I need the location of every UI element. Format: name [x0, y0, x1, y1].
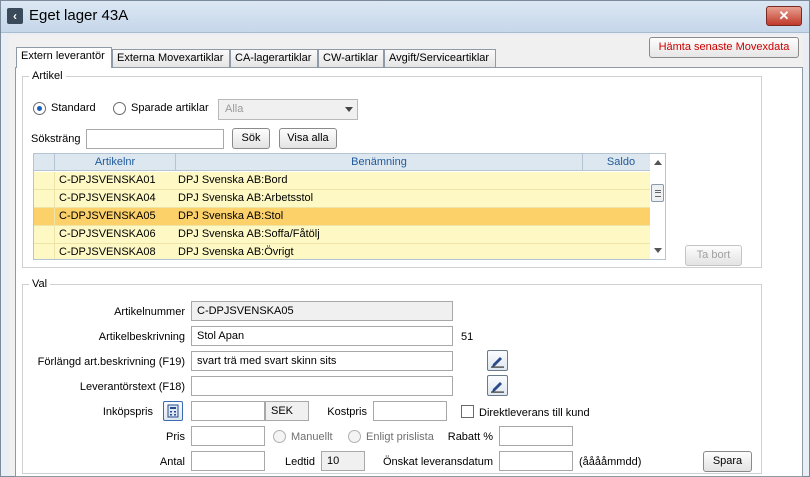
- val-group: Val Artikelnummer C-DPJSVENSKA05 Artikel…: [22, 278, 762, 474]
- row-selector[interactable]: [34, 208, 55, 226]
- ledtid-label: Ledtid: [285, 456, 315, 468]
- table-row[interactable]: C-DPJSVENSKA01 DPJ Svenska AB:Bord: [34, 172, 659, 190]
- cell-saldo: [585, 226, 659, 244]
- client-area: Hämta senaste Movexdata Extern leverantö…: [9, 35, 803, 477]
- edit-icon[interactable]: [487, 350, 508, 371]
- currency-field: SEK: [265, 401, 309, 421]
- table-row[interactable]: C-DPJSVENSKA06 DPJ Svenska AB:Soffa/Fåtöl…: [34, 226, 659, 244]
- save-button[interactable]: Spara: [703, 451, 752, 472]
- grid-header-saldo[interactable]: Saldo: [583, 154, 659, 171]
- scroll-down-icon[interactable]: [654, 248, 662, 253]
- cell-nr: C-DPJSVENSKA06: [59, 228, 156, 240]
- edit-icon[interactable]: [487, 375, 508, 396]
- cell-name: DPJ Svenska AB:Övrigt: [178, 246, 294, 258]
- cell-name: DPJ Svenska AB:Soffa/Fåtölj: [178, 228, 320, 240]
- window-title: Eget lager 43A: [29, 7, 129, 24]
- tab-ca-lagerartiklar[interactable]: CA-lagerartiklar: [230, 49, 318, 68]
- grid-header-selector: [34, 154, 55, 171]
- grid-header-artikelnr[interactable]: Artikelnr: [55, 154, 176, 171]
- chevron-down-icon: [345, 107, 353, 112]
- datum-hint: (ååååmmdd): [579, 456, 642, 468]
- app-window: ‹ Eget lager 43A ✕ Hämta senaste Movexda…: [0, 0, 810, 477]
- artikelnummer-label: Artikelnummer: [114, 306, 185, 318]
- cell-saldo: [585, 244, 659, 259]
- search-button[interactable]: Sök: [232, 128, 270, 149]
- inkopspris-label: Inköpspris: [102, 406, 153, 418]
- datum-field[interactable]: [499, 451, 573, 471]
- beskrivning-label: Artikelbeskrivning: [98, 331, 185, 343]
- tab-extern-leverantor[interactable]: Extern leverantör: [16, 47, 112, 68]
- val-legend: Val: [32, 278, 48, 290]
- kostpris-field[interactable]: [373, 401, 447, 421]
- row-selector[interactable]: [34, 244, 55, 259]
- tab-panel: Artikel Standard Sparade artiklar Alla S…: [15, 67, 803, 477]
- inkopspris-field[interactable]: [191, 401, 265, 421]
- forlangd-label: Förlängd art.beskrivning (F19): [37, 356, 185, 368]
- artikel-legend: Artikel: [32, 70, 63, 82]
- cell-name: DPJ Svenska AB:Stol: [178, 210, 284, 222]
- saved-articles-combo[interactable]: Alla: [218, 99, 358, 120]
- remove-button[interactable]: Ta bort: [685, 245, 742, 266]
- standard-radio[interactable]: [33, 102, 46, 115]
- title-bar: ‹ Eget lager 43A ✕: [1, 1, 809, 33]
- cell-nr: C-DPJSVENSKA08: [59, 246, 156, 258]
- scroll-up-icon[interactable]: [654, 160, 662, 165]
- grid-header: Artikelnr Benämning Saldo: [34, 154, 659, 171]
- beskrivning-count: 51: [461, 331, 474, 343]
- artikelnummer-field: C-DPJSVENSKA05: [191, 301, 453, 321]
- cell-nr: C-DPJSVENSKA05: [59, 210, 156, 222]
- direktleverans-checkbox[interactable]: [461, 405, 474, 418]
- cell-nr: C-DPJSVENSKA04: [59, 192, 156, 204]
- search-input[interactable]: [86, 129, 224, 149]
- app-back-icon[interactable]: ‹: [7, 8, 23, 24]
- cell-name: DPJ Svenska AB:Bord: [178, 174, 288, 186]
- datum-label: Önskat leveransdatum: [382, 456, 493, 468]
- artikel-group: Artikel Standard Sparade artiklar Alla S…: [22, 70, 762, 268]
- cell-nr: C-DPJSVENSKA01: [59, 174, 156, 186]
- standard-label: Standard: [51, 102, 96, 114]
- forlangd-field[interactable]: svart trä med svart skinn sits: [191, 351, 453, 371]
- cell-saldo: [585, 208, 659, 226]
- ledtid-field: 10: [321, 451, 365, 471]
- tab-externa-movexartiklar[interactable]: Externa Movexartiklar: [112, 49, 230, 68]
- saved-articles-radio[interactable]: [113, 102, 126, 115]
- manuellt-label: Manuellt: [291, 431, 333, 443]
- search-label: Söksträng: [31, 133, 81, 145]
- antal-field[interactable]: [191, 451, 265, 471]
- direktleverans-label: Direktleverans till kund: [479, 407, 590, 419]
- tab-avgift-serviceartiklar[interactable]: Avgift/Serviceartiklar: [384, 49, 496, 68]
- articles-grid: Artikelnr Benämning Saldo C-DPJSVENSKA01…: [33, 153, 666, 260]
- tab-cw-artiklar[interactable]: CW-artiklar: [318, 49, 384, 68]
- table-row[interactable]: C-DPJSVENSKA05 DPJ Svenska AB:Stol: [34, 208, 659, 226]
- table-row[interactable]: C-DPJSVENSKA04 DPJ Svenska AB:Arbetsstol: [34, 190, 659, 208]
- close-button[interactable]: ✕: [766, 6, 802, 26]
- rabatt-field[interactable]: [499, 426, 573, 446]
- leverantorstext-field[interactable]: [191, 376, 453, 396]
- rabatt-label: Rabatt %: [447, 431, 493, 443]
- cell-saldo: [585, 190, 659, 208]
- fetch-movexdata-button[interactable]: Hämta senaste Movexdata: [649, 37, 799, 58]
- cell-name: DPJ Svenska AB:Arbetsstol: [178, 192, 314, 204]
- saved-articles-label: Sparade artiklar: [131, 102, 209, 114]
- pris-label: Pris: [166, 431, 185, 443]
- calculator-icon[interactable]: [163, 401, 183, 421]
- kostpris-label: Kostpris: [327, 406, 367, 418]
- row-selector[interactable]: [34, 172, 55, 190]
- antal-label: Antal: [159, 456, 185, 468]
- leverantorstext-label: Leverantörstext (F18): [79, 381, 185, 393]
- show-all-button[interactable]: Visa alla: [279, 128, 337, 149]
- grid-header-benamning[interactable]: Benämning: [176, 154, 583, 171]
- table-row[interactable]: C-DPJSVENSKA08 DPJ Svenska AB:Övrigt: [34, 244, 659, 259]
- cell-saldo: [585, 172, 659, 190]
- row-selector[interactable]: [34, 190, 55, 208]
- row-selector[interactable]: [34, 226, 55, 244]
- scroll-thumb[interactable]: [651, 184, 664, 202]
- beskrivning-field[interactable]: Stol Apan: [191, 326, 453, 346]
- pris-field[interactable]: [191, 426, 265, 446]
- manuellt-radio[interactable]: [273, 430, 286, 443]
- enligt-prislista-label: Enligt prislista: [366, 431, 434, 443]
- enligt-prislista-radio[interactable]: [348, 430, 361, 443]
- grid-scrollbar[interactable]: [650, 154, 665, 259]
- saved-articles-combo-value: Alla: [225, 103, 244, 115]
